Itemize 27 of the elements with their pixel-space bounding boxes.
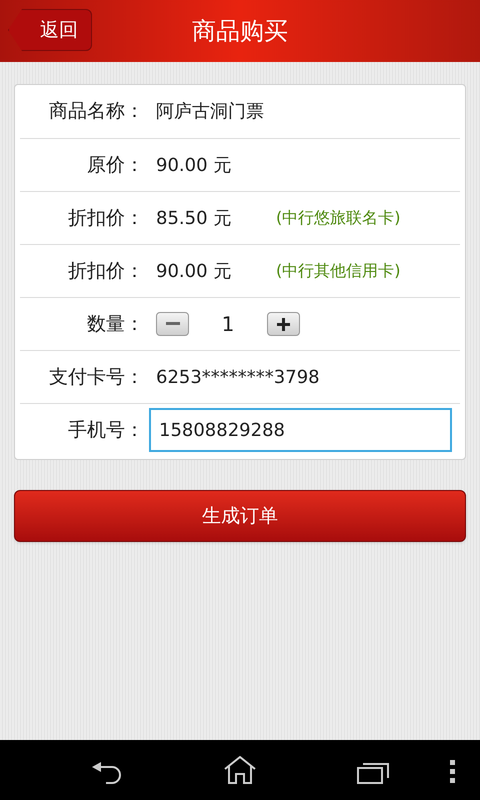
page-title: 商品购买: [192, 16, 288, 47]
field-label: 原价：: [86, 152, 144, 178]
back-icon[interactable]: [92, 762, 124, 784]
field-value: 90.00 元: [156, 154, 232, 178]
quantity-value: 1: [220, 311, 236, 338]
field-value: 阿庐古洞门票: [156, 100, 264, 124]
field-label: 折扣价：: [67, 258, 144, 284]
field-label: 手机号：: [67, 418, 144, 443]
field-label: 数量：: [86, 312, 144, 337]
home-icon[interactable]: [224, 756, 256, 784]
minus-icon: [166, 322, 180, 326]
field-label: 商品名称：: [48, 99, 144, 124]
more-icon[interactable]: [450, 760, 456, 784]
increment-button[interactable]: [267, 312, 300, 336]
card-note: (中行其他信用卡): [276, 260, 400, 282]
decrement-button[interactable]: [156, 312, 189, 336]
phone-input[interactable]: 15808829288: [149, 408, 452, 452]
field-value: 90.00 元: [156, 260, 232, 284]
recent-apps-icon[interactable]: [357, 762, 389, 784]
submit-button[interactable]: 生成订单: [14, 490, 466, 542]
field-value: 85.50 元: [156, 206, 232, 230]
field-value: 6253********3798: [156, 366, 320, 390]
plus-icon: [277, 318, 290, 330]
back-button[interactable]: 返回: [8, 9, 92, 51]
card-note: (中行悠旅联名卡): [276, 207, 400, 229]
field-label: 折扣价：: [67, 206, 144, 231]
field-label: 支付卡号：: [48, 364, 144, 390]
